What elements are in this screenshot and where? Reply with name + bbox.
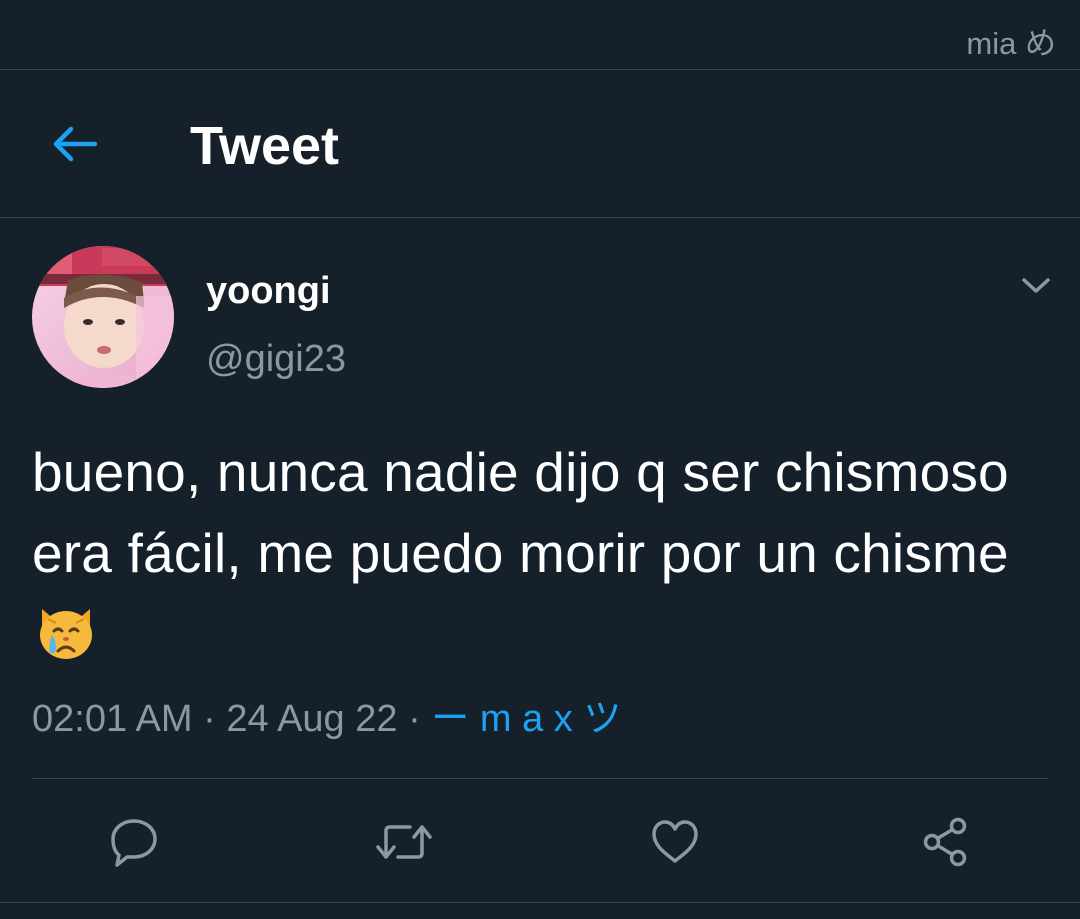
more-options-button[interactable]: [1010, 264, 1062, 308]
status-account-label: mia め: [966, 26, 1056, 61]
heart-icon: [652, 820, 698, 863]
reply-icon: [111, 819, 157, 867]
tweet-date[interactable]: 24 Aug 22: [226, 698, 397, 740]
author-display-name[interactable]: yoongi: [206, 268, 331, 314]
tweet-text: bueno, nunca nadie dijo q ser chismoso e…: [32, 432, 1062, 675]
divider: [32, 778, 1048, 779]
arrow-left-icon: [53, 126, 97, 162]
chevron-down-icon: [1022, 278, 1050, 293]
share-button[interactable]: [913, 810, 977, 874]
tweet-meta: 02:01 AM · 24 Aug 22 · ー m a x ツ: [32, 696, 621, 742]
back-button[interactable]: [44, 114, 104, 174]
bottom-divider: [0, 902, 1080, 903]
avatar[interactable]: [32, 246, 174, 388]
tweet-source-link[interactable]: ー m a x ツ: [431, 698, 621, 740]
author-handle[interactable]: @gigi23: [206, 336, 346, 382]
tweet-time[interactable]: 02:01 AM: [32, 698, 193, 740]
share-icon: [923, 817, 967, 867]
meta-separator: ·: [203, 698, 216, 740]
tweet-body: bueno, nunca nadie dijo q ser chismoso e…: [32, 441, 1009, 584]
avatar-image: [32, 246, 174, 388]
meta-separator: ·: [408, 698, 421, 740]
retweet-button[interactable]: [372, 810, 436, 874]
like-button[interactable]: [643, 810, 707, 874]
crying-cat-emoji-icon: [40, 609, 92, 659]
reply-button[interactable]: [102, 810, 166, 874]
tweet-actions-bar: [0, 800, 1080, 884]
header-bar: Tweet: [0, 70, 1080, 218]
retweet-icon: [376, 825, 432, 859]
status-bar: mia め: [0, 0, 1080, 70]
page-title: Tweet: [190, 116, 340, 176]
